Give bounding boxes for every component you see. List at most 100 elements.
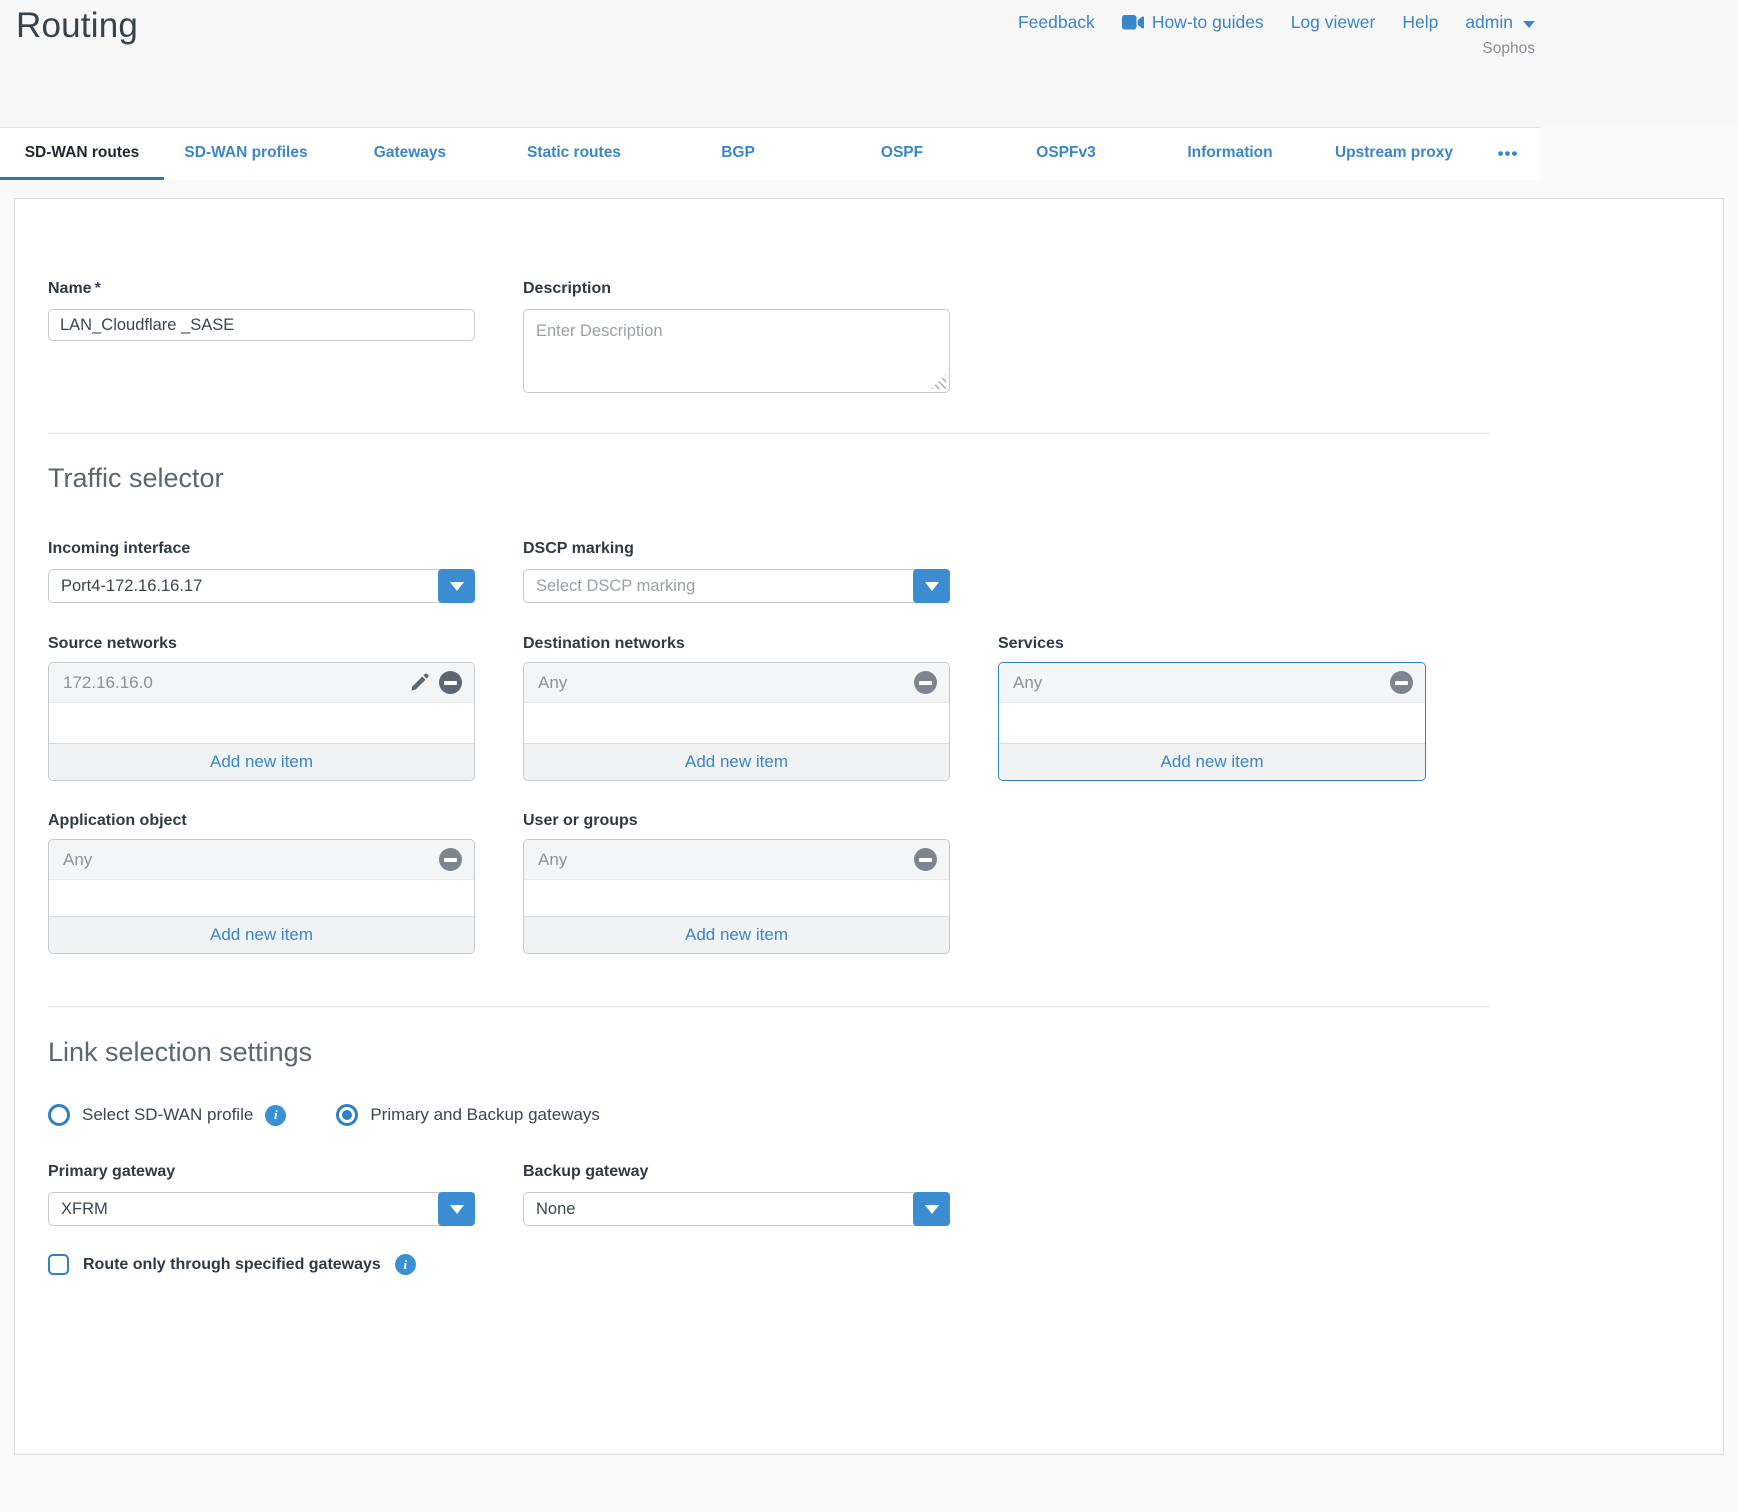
backup-gateway-value: None [536,1200,575,1219]
howto-guides-label: How-to guides [1152,12,1264,33]
info-icon[interactable]: i [265,1105,286,1126]
header: Routing Feedback How-to guides Log viewe… [0,0,1738,127]
remove-icon[interactable] [439,671,462,694]
route-only-checkbox[interactable] [48,1254,69,1275]
add-new-item-button[interactable]: Add new item [49,916,474,953]
name-label: Name* [48,279,475,299]
list-item-text: Any [538,673,567,693]
list-item: Any [524,840,949,880]
add-new-item-button[interactable]: Add new item [49,743,474,780]
triangle-down-icon [925,1205,939,1214]
remove-icon[interactable] [914,671,937,694]
list-item: Any [49,840,474,880]
brand-label: Sophos [1018,40,1535,58]
section-divider [48,1006,1489,1007]
dropdown-button[interactable] [438,1192,475,1226]
dropdown-button[interactable] [913,569,950,603]
dscp-marking-label: DSCP marking [523,539,950,559]
tab-bar: SD-WAN routes SD-WAN profiles Gateways S… [0,127,1540,180]
dscp-marking-placeholder: Select DSCP marking [536,577,695,596]
incoming-interface-group: Incoming interface Port4-172.16.16.17 [48,539,475,603]
remove-icon[interactable] [439,848,462,871]
add-new-item-button[interactable]: Add new item [524,743,949,780]
edit-icon[interactable] [409,672,430,693]
source-networks-listbox: 172.16.16.0 Add new item [48,662,475,781]
user-or-groups-label: User or groups [523,811,950,831]
radio-icon[interactable] [48,1104,70,1126]
listbox-empty-area [524,880,949,916]
triangle-down-icon [925,582,939,591]
howto-guides-link[interactable]: How-to guides [1122,12,1264,33]
feedback-link[interactable]: Feedback [1018,12,1095,33]
description-field-group: Description [523,279,950,393]
tab-sd-wan-routes[interactable]: SD-WAN routes [0,128,164,180]
listbox-empty-area [49,703,474,743]
incoming-interface-label: Incoming interface [48,539,475,559]
primary-gateway-label: Primary gateway [48,1162,475,1182]
primary-gateway-select[interactable]: XFRM [48,1192,475,1226]
help-link[interactable]: Help [1402,12,1438,33]
dropdown-button[interactable] [913,1192,950,1226]
link-selection-heading: Link selection settings [48,1035,648,1069]
route-only-checkbox-label[interactable]: Route only through specified gateways [83,1256,381,1274]
admin-menu[interactable]: admin [1465,12,1535,33]
tab-gateways[interactable]: Gateways [328,128,492,180]
video-camera-icon [1122,15,1144,30]
sd-wan-route-form: Name* Description Traffic selector Incom… [14,198,1724,1455]
remove-icon[interactable] [1390,671,1413,694]
list-item: Any [999,663,1425,703]
tab-upstream-proxy[interactable]: Upstream proxy [1312,128,1476,180]
dscp-marking-group: DSCP marking Select DSCP marking [523,539,950,603]
tab-information[interactable]: Information [1148,128,1312,180]
route-only-checkbox-row: Route only through specified gateways i [48,1254,416,1275]
user-or-groups-listbox: Any Add new item [523,839,950,954]
name-input[interactable] [48,309,475,341]
radio-label[interactable]: Select SD-WAN profile [82,1105,253,1125]
triangle-down-icon [450,1205,464,1214]
traffic-selector-heading: Traffic selector [48,461,475,495]
link-selection-radios: Select SD-WAN profile i Primary and Back… [48,1104,600,1126]
required-asterisk: * [95,280,101,297]
list-item-text: 172.16.16.0 [63,673,153,693]
radio-primary-backup-gateways[interactable]: Primary and Backup gateways [336,1104,600,1126]
dropdown-button[interactable] [438,569,475,603]
source-networks-group: Source networks 172.16.16.0 Add new item [48,634,475,781]
name-field-group: Name* [48,279,475,341]
user-or-groups-group: User or groups Any Add new item [523,811,950,954]
dscp-marking-select[interactable]: Select DSCP marking [523,569,950,603]
incoming-interface-value: Port4-172.16.16.17 [61,577,202,596]
destination-networks-group: Destination networks Any Add new item [523,634,950,781]
application-object-listbox: Any Add new item [48,839,475,954]
destination-networks-listbox: Any Add new item [523,662,950,781]
add-new-item-button[interactable]: Add new item [999,743,1425,780]
application-object-group: Application object Any Add new item [48,811,475,954]
add-new-item-button[interactable]: Add new item [524,916,949,953]
remove-icon[interactable] [914,848,937,871]
incoming-interface-select[interactable]: Port4-172.16.16.17 [48,569,475,603]
radio-select-sd-wan-profile[interactable]: Select SD-WAN profile i [48,1104,286,1126]
description-textarea[interactable] [523,309,950,393]
destination-networks-label: Destination networks [523,634,950,654]
page-title: Routing [16,6,138,46]
tabs-more-button[interactable]: ••• [1476,128,1540,180]
services-listbox: Any Add new item [998,662,1426,781]
description-label: Description [523,279,950,299]
list-item: Any [524,663,949,703]
info-icon[interactable]: i [395,1254,416,1275]
backup-gateway-label: Backup gateway [523,1162,950,1182]
tab-sd-wan-profiles[interactable]: SD-WAN profiles [164,128,328,180]
services-label: Services [998,634,1426,654]
log-viewer-link[interactable]: Log viewer [1291,12,1376,33]
triangle-down-icon [450,582,464,591]
radio-label[interactable]: Primary and Backup gateways [370,1105,600,1125]
header-nav: Feedback How-to guides Log viewer Help a… [1018,12,1535,58]
list-item-text: Any [63,850,92,870]
tab-ospf[interactable]: OSPF [820,128,984,180]
tab-ospfv3[interactable]: OSPFv3 [984,128,1148,180]
backup-gateway-select[interactable]: None [523,1192,950,1226]
listbox-empty-area [49,880,474,916]
tab-bgp[interactable]: BGP [656,128,820,180]
radio-icon[interactable] [336,1104,358,1126]
primary-gateway-group: Primary gateway XFRM [48,1162,475,1226]
tab-static-routes[interactable]: Static routes [492,128,656,180]
